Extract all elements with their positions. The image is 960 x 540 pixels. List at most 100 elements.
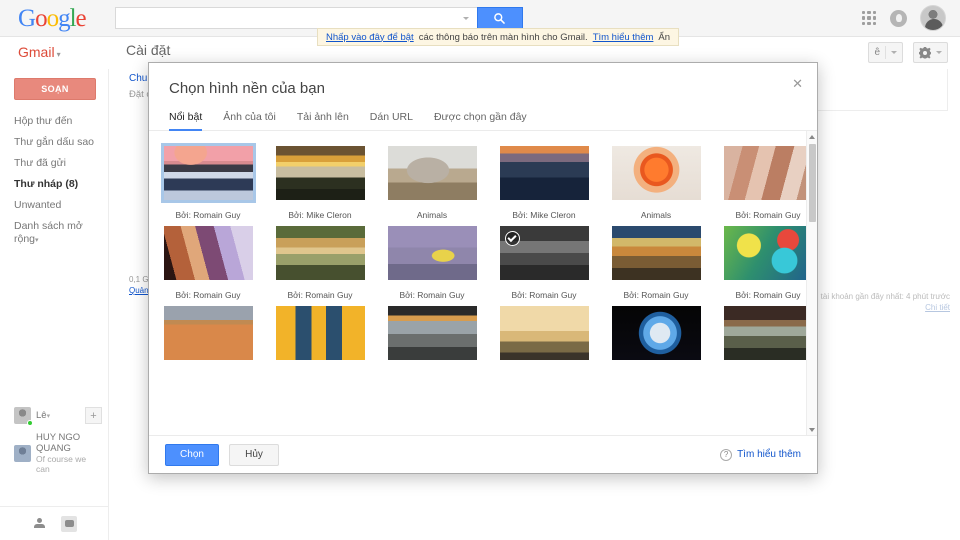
- background-thumbnail[interactable]: [273, 223, 368, 283]
- top-bar-right-group: [861, 5, 960, 31]
- thumbnail-cell[interactable]: Bởi: Romain Guy: [715, 143, 817, 223]
- search-input[interactable]: [121, 12, 462, 24]
- language-button[interactable]: ê: [868, 42, 903, 63]
- dialog-footer: Chọn Hủy ? Tìm hiểu thêm: [149, 435, 817, 473]
- background-thumbnail[interactable]: [721, 143, 816, 203]
- background-thumbnail[interactable]: [161, 223, 256, 283]
- thumbnail-cell[interactable]: [267, 303, 373, 383]
- thumbnail-cell[interactable]: Bởi: Romain Guy: [267, 223, 373, 303]
- tab-paste-url[interactable]: Dán URL: [370, 111, 434, 130]
- background-thumbnail[interactable]: [721, 223, 816, 283]
- search-box[interactable]: [114, 7, 477, 29]
- tab-featured[interactable]: Nổi bật: [169, 111, 223, 131]
- contacts-icon[interactable]: [31, 516, 47, 532]
- background-thumbnail[interactable]: [385, 223, 480, 283]
- account-avatar[interactable]: [920, 5, 946, 31]
- scroll-down-button[interactable]: [807, 424, 817, 435]
- select-button[interactable]: Chọn: [165, 443, 219, 466]
- search-button[interactable]: [476, 7, 523, 29]
- thumbnail-cell[interactable]: Bởi: Mike Cleron: [491, 143, 597, 223]
- last-account-activity: ộng tài khoản gần đây nhất: 4 phút trước…: [805, 291, 950, 313]
- sidebar-item-starred[interactable]: Thư gắn dấu sao: [0, 132, 108, 153]
- dialog-scrollbar[interactable]: [806, 131, 817, 435]
- gmail-product-menu[interactable]: Gmail ▾: [18, 44, 61, 60]
- enable-notifications-link[interactable]: Nhấp vào đây để bật: [326, 32, 414, 43]
- thumbnail-cell[interactable]: Bởi: Romain Guy: [603, 223, 709, 303]
- apps-grid-icon[interactable]: [861, 10, 877, 26]
- chat-contact-name: HUY NGO QUANG: [36, 432, 81, 454]
- thumbnail-cell[interactable]: [379, 303, 485, 383]
- add-contact-button[interactable]: +: [85, 407, 102, 424]
- search-icon: [494, 12, 505, 24]
- scroll-up-button[interactable]: [807, 131, 817, 142]
- thumbnail-caption: Bởi: Romain Guy: [511, 290, 577, 300]
- chevron-down-icon: [936, 51, 942, 54]
- search-options-dropdown[interactable]: [462, 8, 471, 28]
- google-logo[interactable]: Google: [18, 6, 87, 31]
- tab-my-photos[interactable]: Ảnh của tôi: [223, 111, 297, 130]
- close-icon[interactable]: ✕: [792, 77, 803, 90]
- thumbnail-caption: Bởi: Romain Guy: [735, 290, 801, 300]
- cancel-button[interactable]: Hủy: [229, 443, 279, 466]
- sidebar-bottom-bar: [0, 506, 108, 540]
- scrollbar-thumb[interactable]: [809, 144, 816, 222]
- thumbnail-cell[interactable]: Animals: [379, 143, 485, 223]
- chat-icon[interactable]: [61, 515, 77, 532]
- thumbnail-caption: Bởi: Romain Guy: [175, 290, 241, 300]
- background-thumbnail[interactable]: [609, 223, 704, 283]
- thumbnail-cell[interactable]: [155, 303, 261, 383]
- thumbnail-image: [723, 226, 813, 280]
- background-thumbnail[interactable]: [609, 303, 704, 363]
- thumbnail-cell[interactable]: Bởi: Mike Cleron: [267, 143, 373, 223]
- notification-dismiss-link[interactable]: Ẩn: [658, 32, 670, 43]
- chat-panel: Lê▾ + HUY NGO QUANG Of course we can: [0, 403, 108, 478]
- settings-button[interactable]: [913, 42, 948, 63]
- bell-icon[interactable]: [890, 9, 907, 27]
- sidebar-nav-list: Hộp thư đến Thư gắn dấu sao Thư đã gửi T…: [0, 111, 108, 251]
- thumbnail-image: [163, 306, 253, 360]
- background-thumbnail[interactable]: [160, 143, 256, 203]
- learn-more-link[interactable]: ? Tìm hiểu thêm: [720, 448, 801, 461]
- thumbnail-image: [275, 306, 365, 360]
- sidebar-item-more-labels[interactable]: Danh sách mở rộng▾: [0, 216, 108, 251]
- chat-contact-status: Of course we can: [36, 454, 87, 474]
- thumbnail-caption: Bởi: Romain Guy: [623, 290, 689, 300]
- background-thumbnail[interactable]: [721, 303, 816, 363]
- background-thumbnail[interactable]: [161, 303, 256, 363]
- thumbnail-cell[interactable]: [603, 303, 709, 383]
- background-thumbnail[interactable]: [497, 143, 592, 203]
- compose-button[interactable]: SOẠN: [14, 78, 96, 100]
- thumbnail-cell[interactable]: Bởi: Romain Guy: [155, 143, 261, 223]
- thumbnail-cell[interactable]: Animals: [603, 143, 709, 223]
- chevron-down-icon: [463, 16, 470, 20]
- chat-self-row[interactable]: Lê▾ +: [0, 403, 108, 428]
- sidebar-item-drafts[interactable]: Thư nháp (8): [0, 174, 108, 195]
- tab-upload[interactable]: Tải ảnh lên: [297, 111, 370, 130]
- thumbnail-cell[interactable]: Bởi: Romain Guy: [715, 223, 817, 303]
- thumbnail-cell[interactable]: Bởi: Romain Guy: [491, 223, 597, 303]
- chevron-down-icon: ▾: [56, 50, 61, 59]
- thumbnail-cell[interactable]: Bởi: Romain Guy: [155, 223, 261, 303]
- sidebar-item-inbox[interactable]: Hộp thư đến: [0, 111, 108, 132]
- thumbnail-cell[interactable]: Bởi: Romain Guy: [379, 223, 485, 303]
- notification-learn-more-link[interactable]: Tìm hiểu thêm: [593, 32, 654, 43]
- thumbnail-cell[interactable]: [491, 303, 597, 383]
- chat-contact-info: HUY NGO QUANG Of course we can: [36, 432, 102, 474]
- sidebar-item-sent[interactable]: Thư đã gửi: [0, 153, 108, 174]
- thumbnail-image: [611, 226, 701, 280]
- chat-contact-row[interactable]: HUY NGO QUANG Of course we can: [0, 428, 108, 478]
- tab-recently-selected[interactable]: Được chọn gần đây: [434, 111, 548, 130]
- background-thumbnail[interactable]: [609, 143, 704, 203]
- avatar: [14, 444, 31, 462]
- background-thumbnail[interactable]: [385, 143, 480, 203]
- thumbnail-image: [611, 146, 701, 200]
- background-thumbnail[interactable]: [273, 303, 368, 363]
- thumbnail-cell[interactable]: [715, 303, 817, 383]
- background-thumbnail[interactable]: [385, 303, 480, 363]
- header-buttons: ê: [868, 42, 948, 63]
- activity-details-link[interactable]: Chi tiết: [925, 303, 950, 312]
- background-thumbnail[interactable]: [497, 223, 592, 283]
- background-thumbnail[interactable]: [497, 303, 592, 363]
- sidebar-item-unwanted[interactable]: Unwanted: [0, 195, 108, 216]
- background-thumbnail[interactable]: [273, 143, 368, 203]
